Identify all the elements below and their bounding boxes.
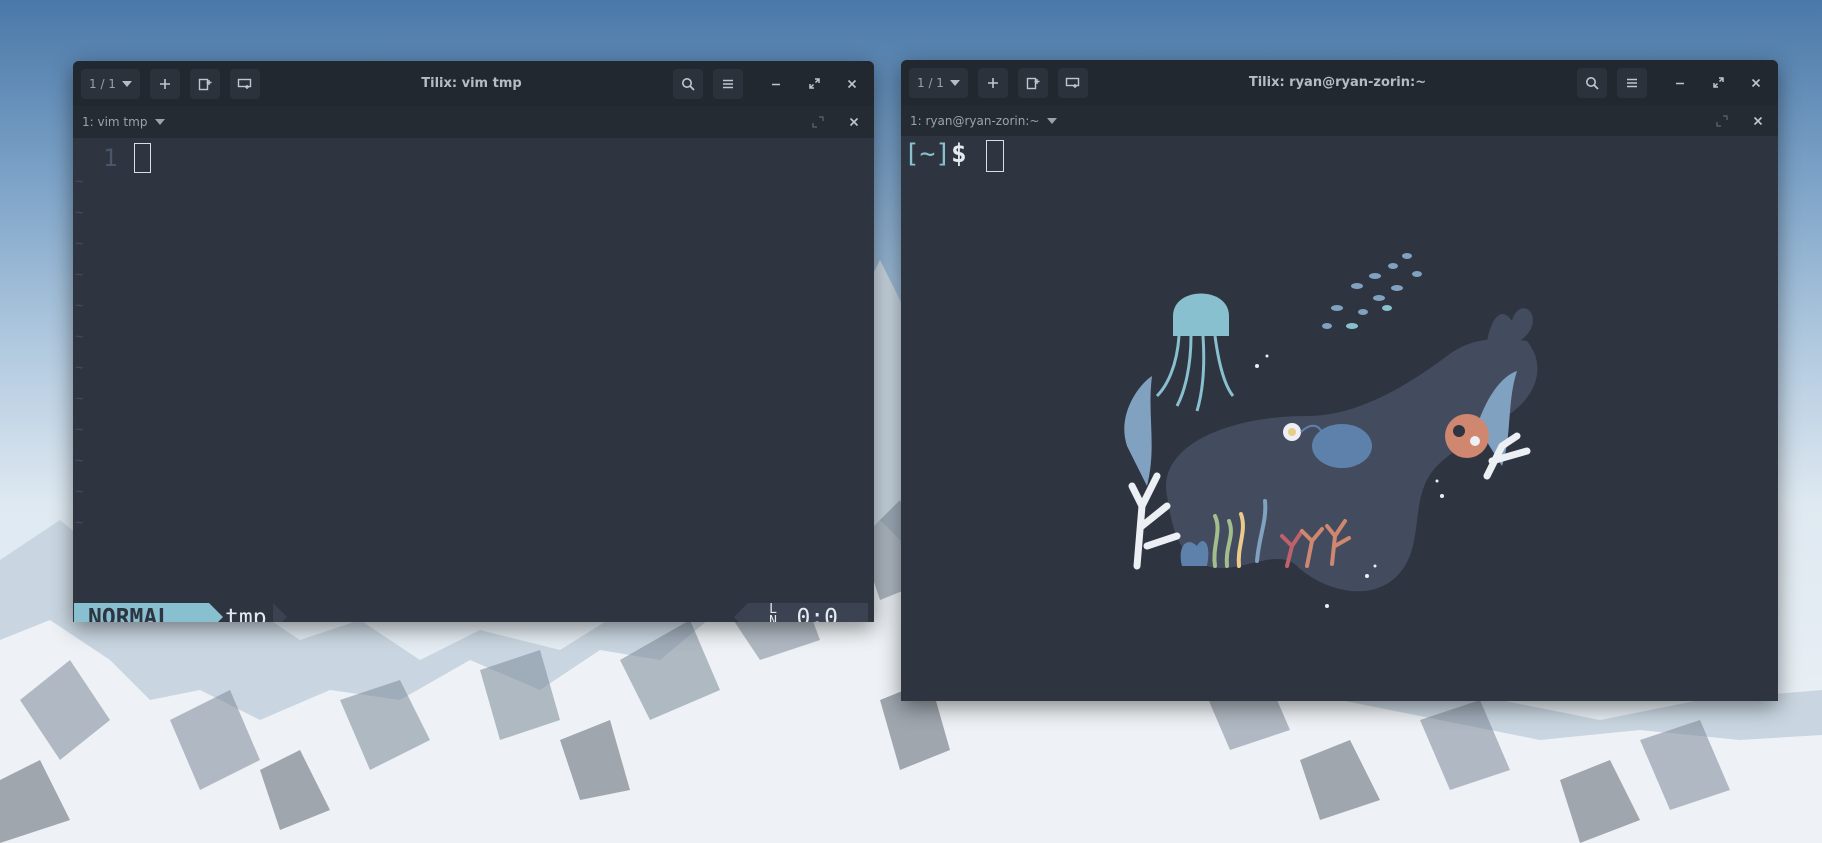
titlebar[interactable]: 1 / 1 Tilix: ryan@ryan-zorin:~ — [901, 60, 1778, 105]
find-button[interactable] — [673, 68, 703, 99]
close-icon — [1751, 78, 1761, 87]
empty-line-marker: ~ — [75, 236, 84, 252]
terminal-tab-bar[interactable]: 1: ryan@ryan-zorin:~ — [901, 105, 1778, 136]
plus-icon — [159, 78, 170, 89]
fish-school — [1322, 253, 1422, 329]
maximize-button[interactable] — [799, 69, 829, 99]
empty-line-marker: ~ — [75, 174, 84, 190]
powerline-separator — [209, 603, 223, 622]
empty-line-marker: ~ — [75, 329, 84, 345]
minimize-icon — [772, 83, 780, 85]
close-button[interactable] — [837, 69, 867, 99]
menu-button[interactable] — [713, 68, 743, 99]
terminal-title-label[interactable]: 1: vim tmp — [82, 115, 147, 129]
expand-terminal-icon — [1716, 114, 1728, 127]
split-right-button[interactable] — [1017, 67, 1048, 98]
whale-tail — [1487, 308, 1533, 346]
chevron-down-icon — [949, 79, 960, 86]
menu-button[interactable] — [1617, 67, 1647, 98]
maximize-button[interactable] — [1703, 68, 1733, 98]
underwater-illustration — [1124, 253, 1538, 608]
line-symbol-bottom: N — [769, 614, 777, 622]
split-right-icon — [1026, 77, 1040, 89]
maximize-icon — [808, 78, 820, 89]
line-number: 1 — [103, 144, 118, 172]
powerline-separator — [734, 603, 748, 622]
chevron-down-icon[interactable] — [155, 119, 166, 125]
session-switcher-button[interactable]: 1 / 1 — [81, 68, 140, 99]
empty-line-marker: ~ — [75, 515, 84, 531]
session-indicator: 1 / 1 — [89, 76, 116, 91]
plus-icon — [987, 77, 998, 88]
cursor-position: 0:0 — [796, 604, 838, 623]
tilix-window-vim[interactable]: 1 / 1 Tilix: vim tmp 1: vim tmp 1 ~ ~ ~ … — [73, 61, 874, 622]
terminal-shell[interactable]: [~]$ — [901, 136, 1778, 701]
vim-editor[interactable]: 1 ~ ~ ~ ~ ~ ~ ~ ~ ~ ~ ~ ~ NORMAL tmp L N… — [73, 138, 874, 622]
add-session-button[interactable] — [149, 68, 180, 99]
window-title: Tilix: vim tmp — [421, 76, 522, 91]
split-down-icon — [237, 78, 252, 89]
empty-line-marker: ~ — [75, 453, 84, 469]
find-button[interactable] — [1577, 67, 1607, 98]
chevron-down-icon — [121, 80, 132, 87]
split-down-icon — [1065, 77, 1080, 88]
empty-line-marker: ~ — [75, 422, 84, 438]
empty-line-marker: ~ — [75, 267, 84, 283]
minimize-icon — [1676, 82, 1684, 84]
close-icon — [849, 117, 859, 127]
chevron-down-icon[interactable] — [1047, 117, 1058, 124]
prompt-symbol: $ — [950, 139, 967, 169]
hamburger-menu-icon — [723, 79, 733, 88]
minimize-button[interactable] — [1665, 68, 1695, 98]
expand-terminal-icon — [812, 116, 824, 128]
add-session-button[interactable] — [977, 67, 1008, 98]
close-icon — [847, 79, 857, 88]
minimize-button[interactable] — [761, 69, 791, 99]
shell-prompt: [~]$ — [904, 139, 967, 169]
split-down-button[interactable] — [1057, 67, 1088, 98]
empty-line-marker: ~ — [75, 391, 84, 407]
tilix-window-shell[interactable]: 1 / 1 Tilix: ryan@ryan-zorin:~ 1: ryan@r… — [901, 60, 1778, 701]
text-cursor — [986, 140, 1004, 172]
line-number-symbol: L N — [769, 603, 777, 622]
close-button[interactable] — [1741, 68, 1771, 98]
window-title: Tilix: ryan@ryan-zorin:~ — [1248, 75, 1427, 90]
vim-statusline: NORMAL tmp L N 0:0 — [73, 603, 874, 622]
powerline-separator — [273, 603, 287, 622]
vim-mode-indicator: NORMAL — [74, 603, 209, 622]
session-switcher-button[interactable]: 1 / 1 — [909, 67, 968, 98]
empty-line-marker: ~ — [75, 205, 84, 221]
terminal-title-label[interactable]: 1: ryan@ryan-zorin:~ — [910, 114, 1039, 128]
split-right-icon — [198, 78, 212, 90]
search-icon — [1586, 76, 1599, 90]
text-cursor — [134, 143, 151, 173]
jellyfish — [1155, 293, 1235, 412]
empty-line-marker: ~ — [75, 298, 84, 314]
terminal-tab-bar[interactable]: 1: vim tmp — [73, 106, 874, 138]
statusline-filename: tmp — [225, 604, 267, 623]
prompt-path: [~] — [904, 139, 951, 169]
search-icon — [682, 77, 695, 91]
split-right-button[interactable] — [189, 68, 220, 99]
split-down-button[interactable] — [229, 68, 260, 99]
empty-line-marker: ~ — [75, 360, 84, 376]
maximize-terminal-button[interactable] — [1710, 109, 1734, 133]
session-indicator: 1 / 1 — [917, 75, 944, 90]
hamburger-menu-icon — [1627, 78, 1637, 87]
empty-line-marker: ~ — [75, 484, 84, 500]
maximize-terminal-button[interactable] — [806, 110, 830, 134]
maximize-icon — [1712, 77, 1724, 88]
close-icon — [1753, 116, 1763, 125]
close-terminal-button[interactable] — [842, 110, 866, 134]
titlebar[interactable]: 1 / 1 Tilix: vim tmp — [73, 61, 874, 106]
close-terminal-button[interactable] — [1746, 109, 1770, 133]
